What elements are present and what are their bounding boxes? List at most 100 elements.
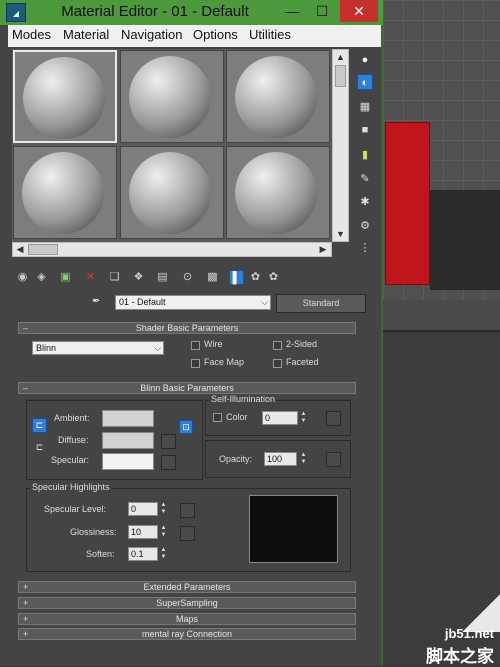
chevron-down-icon: ⌵ [261,297,268,307]
self-illum-map-button[interactable] [326,411,341,426]
show-map-in-viewport-icon[interactable]: ▩ [205,270,220,285]
blinn-basic-header[interactable]: – Blinn Basic Parameters [18,382,356,394]
specular-level-label: Specular Level: [44,504,107,514]
maximize-button[interactable]: ☐ [307,0,337,22]
menu-material[interactable]: Material [63,27,109,42]
specular-color-swatch[interactable] [102,453,154,470]
scroll-thumb[interactable] [335,65,346,87]
sample-type-sphere-icon[interactable]: ● [357,52,373,68]
faceted-label: Faceted [286,357,319,367]
video-color-check-icon[interactable]: ▮ [357,147,373,163]
spinner-arrows-icon[interactable]: ▲ ▼ [159,525,168,539]
glossiness-map-button[interactable] [180,526,195,541]
sample-uv-tiling-icon[interactable]: ■ [357,122,373,138]
eyedropper-icon[interactable]: ✒ [92,296,100,307]
backlight-icon[interactable]: ◐ [357,74,373,90]
menu-utilities[interactable]: Utilities [249,27,291,42]
spinner-arrows-icon[interactable]: ▲ ▼ [299,411,308,425]
shader-basic-header[interactable]: – Shader Basic Parameters [18,322,356,334]
face-map-label: Face Map [204,357,245,367]
faceted-checkbox[interactable] [273,359,282,368]
menu-bar: Modes Material Navigation Options Utilit… [8,25,381,47]
rollout-title: mental ray Connection [141,629,233,639]
expand-toggle: + [23,629,29,639]
make-unique-icon[interactable]: ❖ [131,270,146,285]
sample-slot[interactable] [120,50,224,143]
extended-parameters-header[interactable]: + Extended Parameters [18,581,356,593]
material-sphere [23,57,105,139]
spinner-arrows-icon[interactable]: ▲ ▼ [299,452,308,466]
sample-slot[interactable] [226,50,330,143]
chevron-down-icon: ⌵ [154,343,161,353]
options-icon[interactable]: ✱ [357,194,373,210]
title-bar[interactable]: ◢ Material Editor - 01 - Default — ☐ ✕ [0,0,383,25]
scroll-down-icon[interactable]: ▼ [334,228,347,240]
assign-material-icon[interactable]: ▣ [58,270,73,285]
soften-label: Soften: [86,549,115,559]
soften-input[interactable]: 0.1 [128,547,158,561]
specular-map-button[interactable] [161,455,176,470]
spinner-arrows-icon[interactable]: ▲ ▼ [159,502,168,516]
watermark-site: jb51.net [444,626,494,641]
sample-slot[interactable] [13,146,117,239]
ambient-diffuse-lock-icon[interactable]: ⊏ [32,418,47,433]
material-name-dropdown[interactable]: 01 - Default ⌵ [115,295,271,310]
slots-vertical-scrollbar[interactable]: ▲ ▼ [332,49,349,242]
sample-slot[interactable] [226,146,330,239]
menu-options[interactable]: Options [193,27,238,42]
opacity-label: Opacity: [219,454,253,464]
opacity-map-button[interactable] [326,452,341,467]
viewport-dark-region [430,190,500,290]
put-material-to-scene-icon[interactable]: ◈ [34,270,49,285]
go-forward-to-sibling-icon[interactable]: ✿ [266,270,281,285]
material-map-navigator-icon[interactable]: ⋮ [357,240,373,256]
make-preview-icon[interactable]: ✎ [357,171,373,187]
material-sphere [129,56,211,138]
close-button[interactable]: ✕ [340,0,378,22]
opacity-input[interactable]: 100 [264,452,297,466]
background-checker-icon[interactable]: ▦ [357,99,373,115]
reset-map-icon[interactable]: ✕ [83,270,98,285]
copy-material-icon[interactable]: ❏ [107,270,122,285]
shader-type-value: Blinn [36,343,57,353]
menu-navigation[interactable]: Navigation [121,27,182,42]
face-map-checkbox[interactable] [191,359,200,368]
lock-icon[interactable]: ⊡ [179,420,193,434]
specular-level-map-button[interactable] [180,503,195,518]
rollout-title: SuperSampling [156,598,218,608]
scroll-right-icon[interactable]: ▶ [317,243,329,256]
scroll-left-icon[interactable]: ◀ [14,243,26,256]
get-material-icon[interactable]: ◉ [15,270,30,285]
sample-slots [12,49,332,242]
material-type-button[interactable]: Standard [276,294,366,313]
show-end-result-icon[interactable]: ▌ [229,270,244,285]
shader-type-dropdown[interactable]: Blinn ⌵ [32,341,164,355]
self-illum-value-input[interactable]: 0 [262,411,298,425]
specular-level-input[interactable]: 0 [128,502,158,516]
mental-ray-connection-header[interactable]: + mental ray Connection [18,628,356,640]
two-sided-checkbox[interactable] [273,341,282,350]
rollout-title: Extended Parameters [143,582,231,592]
minimize-button[interactable]: — [277,0,307,22]
sample-slot[interactable] [13,50,117,143]
menu-modes[interactable]: Modes [12,27,51,42]
material-id-channel-icon[interactable]: ⊙ [180,270,195,285]
sample-slot[interactable] [120,146,224,239]
scroll-thumb[interactable] [28,244,58,255]
go-to-parent-icon[interactable]: ✿ [248,270,263,285]
glossiness-input[interactable]: 10 [128,525,158,539]
put-to-library-icon[interactable]: ▤ [155,270,170,285]
spinner-arrows-icon[interactable]: ▲ ▼ [159,547,168,561]
scroll-up-icon[interactable]: ▲ [334,51,347,63]
material-sphere [129,152,211,234]
diffuse-color-swatch[interactable] [102,432,154,449]
self-illum-color-checkbox[interactable] [213,413,222,422]
wire-checkbox[interactable] [191,341,200,350]
ambient-color-swatch[interactable] [102,410,154,427]
diffuse-map-button[interactable] [161,434,176,449]
maps-header[interactable]: + Maps [18,613,356,625]
select-by-material-icon[interactable]: ⚙ [357,218,373,234]
slots-horizontal-scrollbar[interactable]: ◀ ▶ [12,242,332,257]
supersampling-header[interactable]: + SuperSampling [18,597,356,609]
diffuse-specular-lock-icon[interactable]: ⊏ [32,442,47,457]
